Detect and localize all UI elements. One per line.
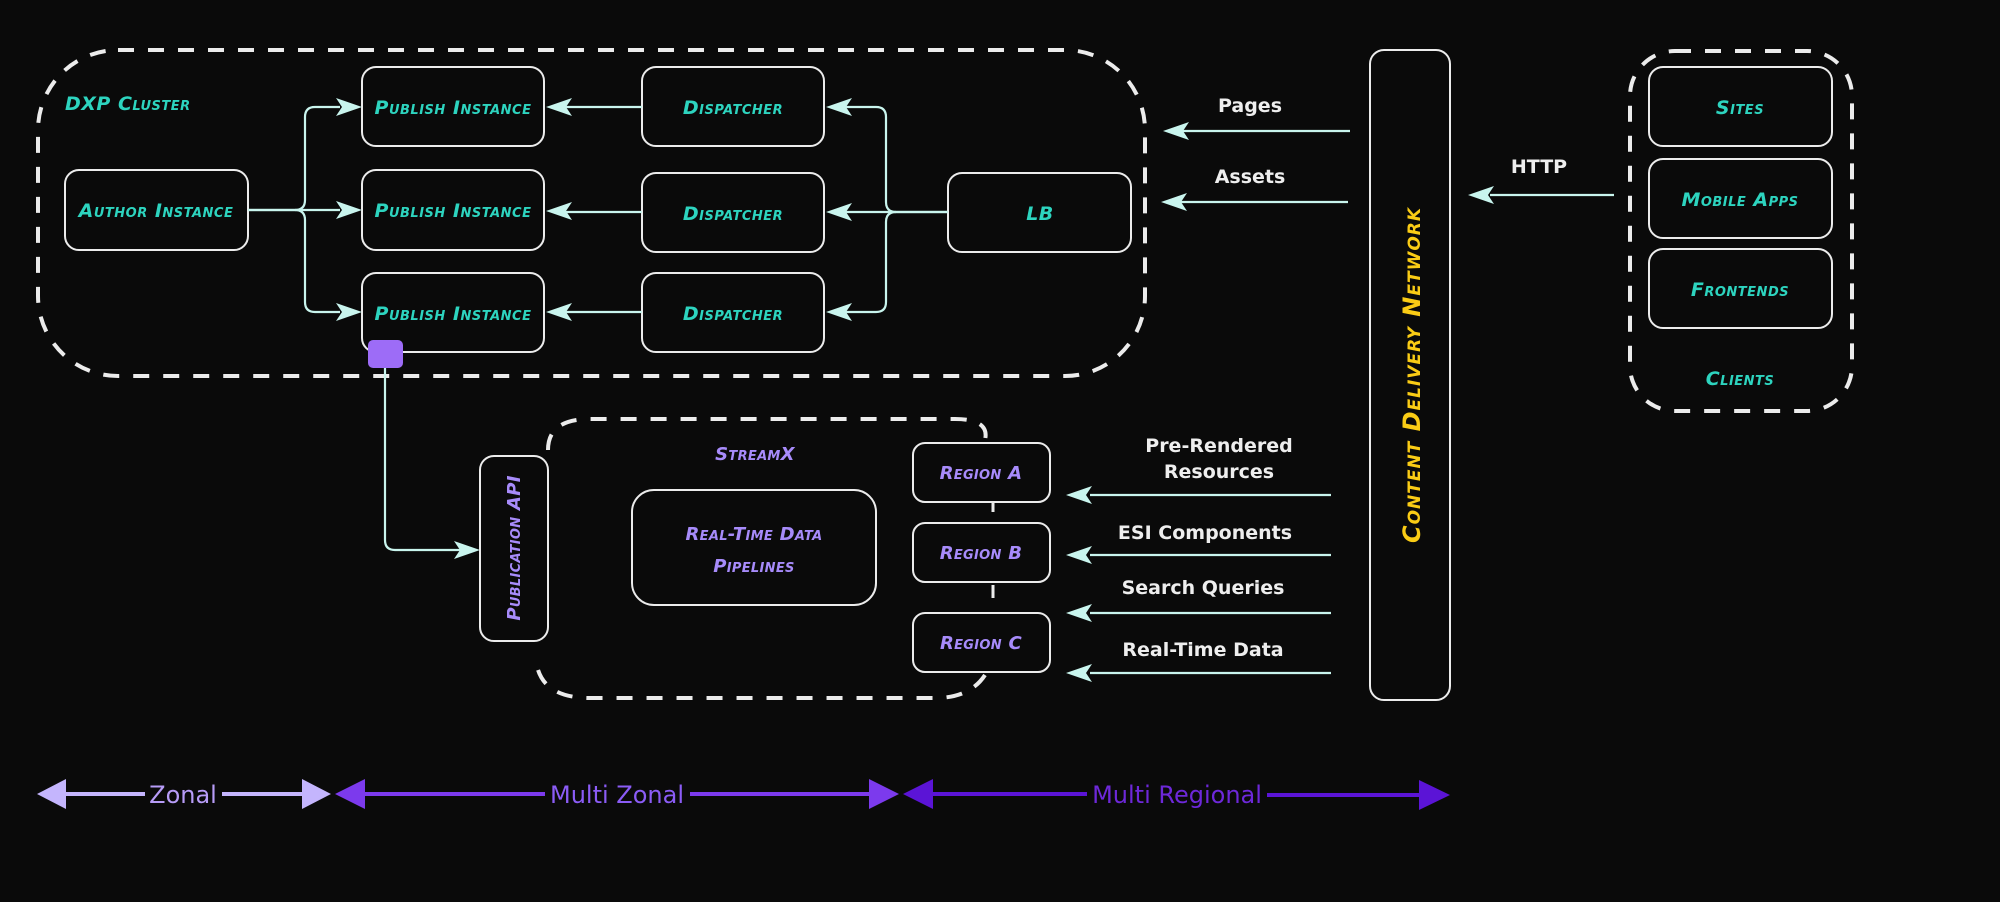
region-label: Region C [940, 633, 1023, 654]
architecture-diagram: DXP Cluster Author Instance Publish Inst… [36, 48, 1854, 810]
publish-instance-node[interactable]: Publish Instance [361, 169, 545, 251]
client-label: Frontends [1691, 279, 1789, 301]
lb-to-dispatcher-connector [846, 210, 897, 314]
realtime-pipelines-label-line2: Pipelines [713, 556, 794, 577]
publish-to-publication-api-connector [383, 368, 460, 552]
arrowhead-icon [1066, 604, 1092, 622]
scope-ranges: Zonal Multi Zonal Multi Regional [37, 779, 1450, 810]
author-instance-node[interactable]: Author Instance [64, 169, 249, 251]
client-to-cdn-flow: HTTP [1468, 156, 1614, 204]
load-balancer-node[interactable]: LB [947, 172, 1132, 253]
arrow-right-icon [869, 779, 899, 809]
dispatcher-label: Dispatcher [683, 303, 783, 325]
client-label: Mobile Apps [1681, 189, 1798, 211]
flow-label-search: Search Queries [1122, 577, 1285, 599]
realtime-pipelines-box[interactable] [631, 489, 877, 606]
scope-label: Multi Zonal [550, 781, 684, 809]
flow-label-pages: Pages [1218, 95, 1282, 117]
clients-group: Sites Mobile Apps Frontends Clients [1628, 49, 1854, 413]
region-label: Region A [940, 463, 1023, 484]
realtime-pipelines-label-line1: Real-Time Data [686, 524, 823, 545]
publication-api-label: Publication API [504, 475, 525, 620]
cdn-node[interactable]: Content Delivery Network [1369, 49, 1451, 701]
lb-to-dispatcher-connector [846, 105, 948, 214]
arrow-left-icon [903, 779, 933, 809]
dxp-cluster-group: DXP Cluster Author Instance Publish Inst… [36, 48, 1147, 378]
publication-api-node[interactable]: Publication API [479, 455, 549, 642]
flow-label-realtime: Real-Time Data [1122, 639, 1283, 661]
arrow-right-icon [1419, 780, 1450, 810]
cdn-to-streamx-flows: Pre-Rendered Resources ESI Components Se… [1066, 435, 1331, 682]
client-node[interactable]: Frontends [1648, 248, 1833, 329]
cdn-label: Content Delivery Network [1398, 206, 1426, 543]
publish-instance-label: Publish Instance [375, 97, 532, 119]
arrowhead-icon [1066, 546, 1092, 564]
flow-label-assets: Assets [1215, 166, 1286, 188]
publish-instance-label: Publish Instance [375, 200, 532, 222]
streamx-title: StreamX [715, 444, 796, 465]
clients-title: Clients [1706, 368, 1775, 390]
author-to-publish-connector [248, 105, 340, 212]
scope-multi-regional: Multi Regional [903, 779, 1450, 810]
streamx-group: StreamX Publication API Real-Time Data P… [479, 417, 1051, 700]
cdn-to-dxp-flows: Pages Assets [1161, 95, 1350, 211]
flow-label-prerendered-line2: Resources [1164, 461, 1274, 483]
region-node[interactable]: Region C [912, 612, 1051, 673]
dxp-cluster-title: DXP Cluster [65, 93, 191, 115]
publish-instance-label: Publish Instance [375, 303, 532, 325]
flow-label-prerendered-line1: Pre-Rendered [1145, 435, 1292, 457]
client-node[interactable]: Sites [1648, 66, 1833, 147]
arrowhead-icon [1066, 486, 1092, 504]
author-instance-label: Author Instance [77, 200, 234, 222]
region-node[interactable]: Region A [912, 442, 1051, 503]
client-label: Sites [1716, 97, 1764, 119]
dispatcher-node[interactable]: Dispatcher [641, 272, 825, 353]
arrow-right-icon [302, 779, 331, 809]
arrow-left-icon [37, 779, 66, 809]
flow-label-esi: ESI Components [1118, 522, 1292, 544]
arrow-left-icon [335, 779, 365, 809]
load-balancer-label: LB [1026, 203, 1054, 225]
publish-instance-node[interactable]: Publish Instance [361, 66, 545, 147]
scope-label: Multi Regional [1092, 781, 1262, 809]
scope-multi-zonal: Multi Zonal [335, 779, 899, 809]
scope-zonal: Zonal [37, 779, 331, 809]
arrowhead-icon [1066, 664, 1092, 682]
dispatcher-label: Dispatcher [683, 97, 783, 119]
dispatcher-node[interactable]: Dispatcher [641, 172, 825, 253]
scope-label: Zonal [149, 781, 217, 809]
realtime-pipelines-node[interactable]: Real-Time Data Pipelines [631, 489, 877, 606]
publication-handle[interactable] [368, 340, 403, 368]
region-label: Region B [940, 543, 1023, 564]
flow-label-http: HTTP [1511, 156, 1567, 178]
region-node[interactable]: Region B [912, 522, 1051, 583]
dispatcher-node[interactable]: Dispatcher [641, 66, 825, 147]
author-to-publish-connector [294, 208, 340, 314]
client-node[interactable]: Mobile Apps [1648, 158, 1833, 239]
dispatcher-label: Dispatcher [683, 203, 783, 225]
